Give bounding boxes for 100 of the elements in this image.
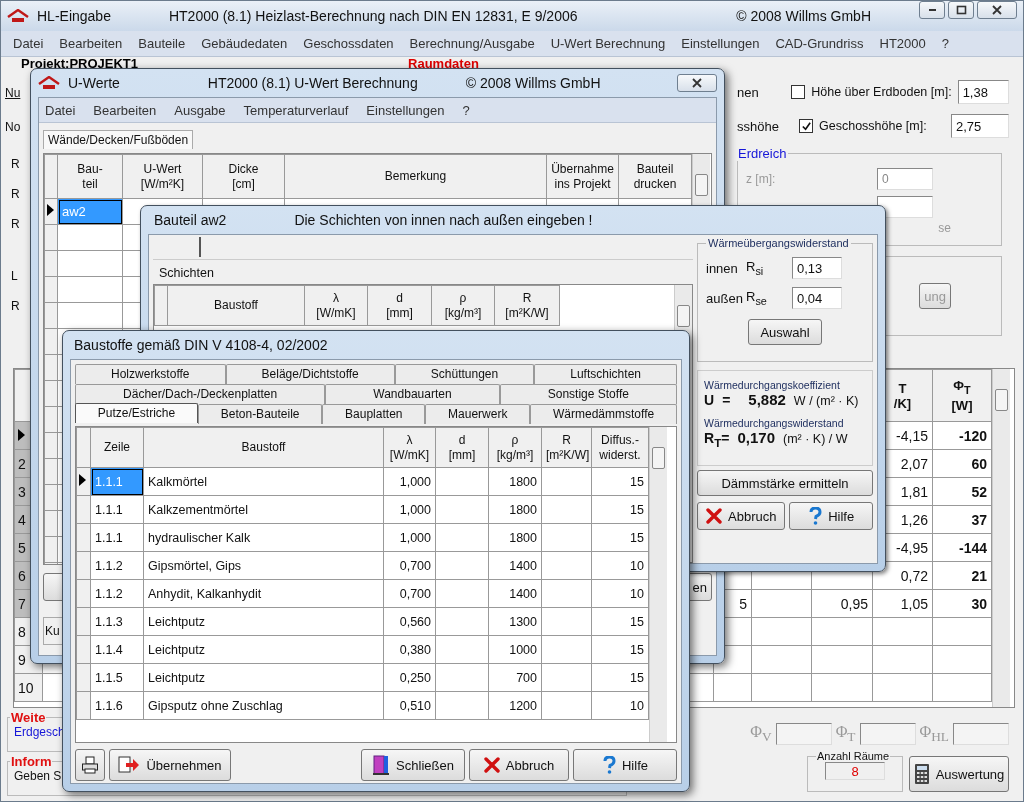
result-value: 0,170 <box>737 429 775 446</box>
menu-item[interactable]: Ausgabe <box>174 102 226 118</box>
input-field[interactable]: 0,04 <box>792 287 842 309</box>
group-title: Anzahl Räume <box>816 750 891 762</box>
menu-item[interactable]: ? <box>462 102 470 118</box>
table-cell: 1000 <box>488 635 542 664</box>
field-label: nen <box>737 84 760 100</box>
table-cell: 15 <box>591 663 649 692</box>
tab[interactable]: Dächer/Dach-/Deckenplatten <box>75 384 326 404</box>
menu-item[interactable]: Einstellungen <box>366 102 445 118</box>
tab[interactable]: Schüttungen <box>394 364 535 384</box>
minimize-icon <box>928 9 936 11</box>
menu-item[interactable]: CAD-Grundriss <box>775 36 864 51</box>
close-icon <box>991 4 1003 16</box>
table-cell: Leichtputz <box>143 635 384 664</box>
scrollbar[interactable] <box>649 427 667 742</box>
column-header: λ [W/mK] <box>383 427 436 468</box>
close-button[interactable] <box>677 74 717 92</box>
menu-item[interactable]: Einstellungen <box>681 36 760 51</box>
table-cell: 21 <box>932 561 992 590</box>
menu-item[interactable]: Geschossdaten <box>303 36 394 51</box>
select-button[interactable]: Auswahl <box>748 319 822 345</box>
input-field[interactable] <box>877 196 933 218</box>
menu-item[interactable]: HT2000 <box>879 36 926 51</box>
project-label: Projekt:PROJEKT1 <box>21 57 139 70</box>
tab[interactable]: Beläge/Dichtstoffe <box>225 364 395 384</box>
menu-item[interactable]: U-Wert Berechnung <box>550 36 666 51</box>
menu-item[interactable]: Gebäudedaten <box>201 36 288 51</box>
tab[interactable]: Bauplatten <box>322 404 426 424</box>
menu-item[interactable]: Bearbeiten <box>93 102 157 118</box>
maximize-icon <box>955 4 967 16</box>
input-field[interactable] <box>859 723 916 745</box>
app-logo-icon <box>7 9 29 23</box>
table-cell: -144 <box>932 533 992 562</box>
table-cell: -120 <box>932 421 992 450</box>
tab[interactable]: Luftschichten <box>534 364 677 384</box>
table-cell: 1.1.2 <box>90 551 144 580</box>
close-button[interactable] <box>977 1 1017 19</box>
input-field[interactable] <box>775 723 832 745</box>
input-field[interactable]: 0 <box>877 168 933 190</box>
calculate-insulation-button[interactable]: Dämmstärke ermitteln <box>697 470 873 496</box>
column-header: d [mm] <box>435 427 489 468</box>
table-cell: 37 <box>932 505 992 534</box>
field-label: Nu <box>5 86 22 102</box>
menu-item[interactable]: Temperaturverlauf <box>243 102 349 118</box>
input-field[interactable]: 2,75 <box>951 114 1009 138</box>
tab[interactable]: Wände/Decken/Fußböden <box>43 130 194 149</box>
table-cell: 1,05 <box>872 589 933 618</box>
table-cell: Leichtputz <box>143 663 384 692</box>
window-subtitle: HT2000 (8.1) U-Wert Berechnung <box>207 75 418 91</box>
menu-item[interactable]: Bauteile <box>138 36 186 51</box>
table-cell: 1800 <box>488 495 542 524</box>
checkbox[interactable] <box>799 119 813 133</box>
maximize-button[interactable] <box>948 1 974 19</box>
menu-item[interactable]: Bearbeiten <box>59 36 123 51</box>
tab[interactable]: Putze/Estriche <box>75 403 198 423</box>
result-value: 5,882 <box>748 391 786 408</box>
close-icon <box>691 77 703 89</box>
scrollbar[interactable] <box>992 369 1010 707</box>
column-header: ρ [kg/m³] <box>488 427 542 468</box>
door-icon <box>372 754 391 776</box>
column-header: R [m²K/W] <box>494 285 560 326</box>
input-field[interactable] <box>953 723 1009 745</box>
table-cell: 1.1.5 <box>90 663 144 692</box>
print-button[interactable] <box>75 749 105 781</box>
column-header: Diffus.- widerst. <box>591 427 649 468</box>
tab[interactable]: Wärmedämmstoffe <box>530 404 677 424</box>
result-title: Wärmedurchgangskoeffizient <box>704 379 841 391</box>
tab[interactable]: Mauerwerk <box>425 404 531 424</box>
menu-item[interactable]: Berechnung/Ausgabe <box>409 36 535 51</box>
accept-button[interactable]: Übernehmen <box>109 749 231 781</box>
group-text: Geben S <box>14 769 63 783</box>
menu-item[interactable]: ? <box>941 36 949 51</box>
cancel-button[interactable]: Abbruch <box>697 502 786 530</box>
input-field[interactable]: 1,38 <box>957 80 1009 104</box>
table-cell: Gipsputz ohne Zuschlag <box>143 691 384 720</box>
menu-item[interactable]: Datei <box>13 36 44 51</box>
minimize-button[interactable] <box>919 1 945 19</box>
menu-item[interactable]: Datei <box>45 102 76 118</box>
column-header: Φ$_{T}$ [W] <box>932 369 992 422</box>
tab[interactable]: Sonstige Stoffe <box>499 384 677 404</box>
help-button[interactable]: Hilfe <box>573 749 677 781</box>
tab[interactable]: Beton-Bauteile <box>197 404 323 424</box>
table-cell: hydraulischer Kalk <box>143 523 384 552</box>
symbol-label: U <box>704 392 715 408</box>
cancel-button[interactable]: Abbruch <box>469 749 569 781</box>
checkbox[interactable] <box>791 85 806 99</box>
field-label: innen <box>706 260 739 276</box>
help-button[interactable]: Hilfe <box>789 502 873 530</box>
field-label: z [m]: <box>746 172 776 186</box>
window-title: U-Werte <box>68 75 120 91</box>
tab[interactable]: Wandbauarten <box>325 384 500 404</box>
table-cell: 0,700 <box>383 579 436 608</box>
table-cell: 0,380 <box>383 635 436 664</box>
row-label: L <box>11 268 19 285</box>
tab[interactable]: Holzwerkstoffe <box>75 364 226 384</box>
input-field[interactable]: 0,13 <box>792 257 842 279</box>
evaluate-button[interactable]: Auswertung <box>909 756 1009 792</box>
table-cell: 30 <box>932 589 992 618</box>
close-button[interactable]: Schließen <box>361 749 465 781</box>
